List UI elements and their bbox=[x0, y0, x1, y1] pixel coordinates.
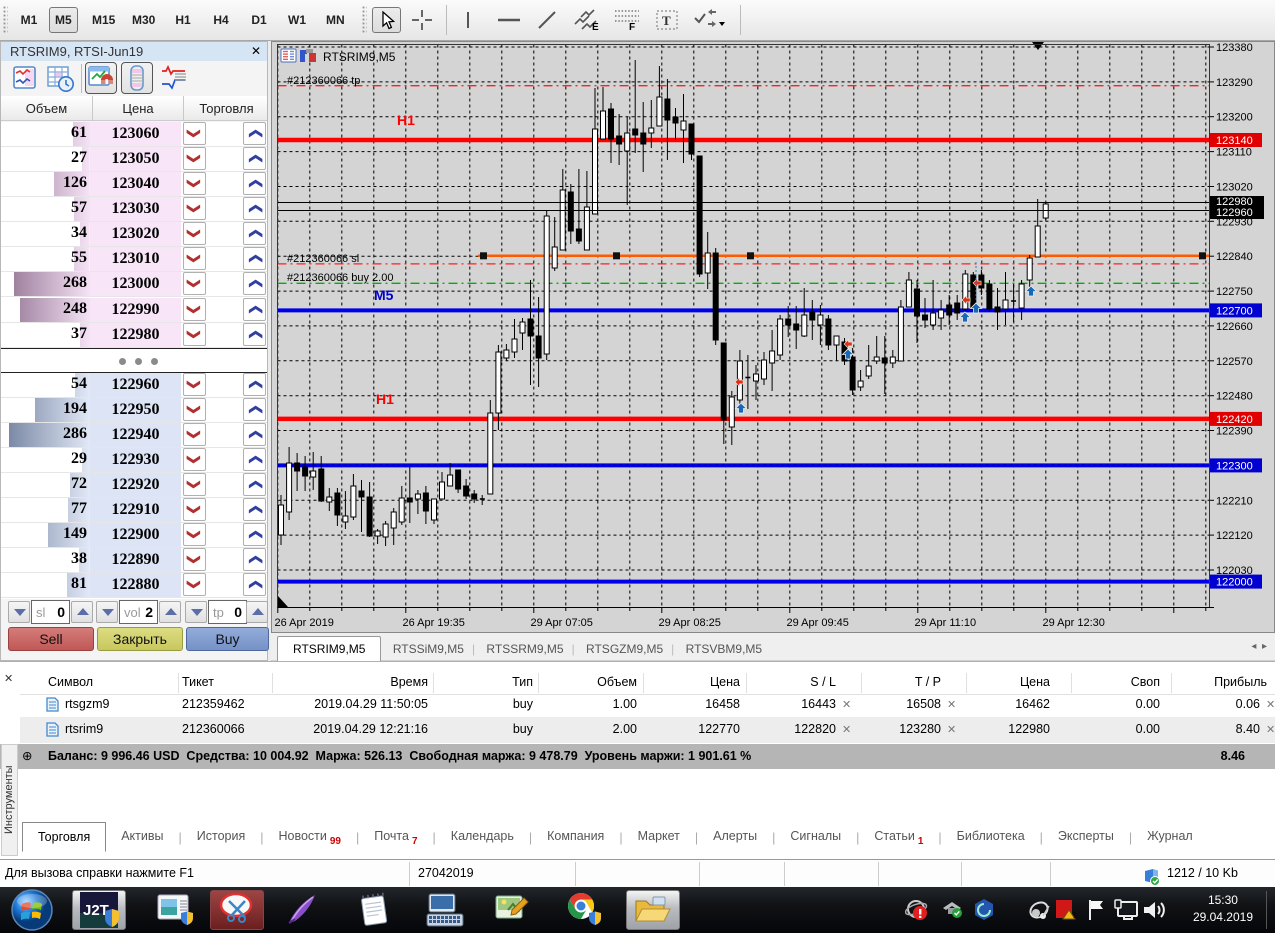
svg-text:122390: 122390 bbox=[1216, 426, 1253, 438]
svg-text:122000: 122000 bbox=[1216, 577, 1253, 589]
svg-text:M5: M5 bbox=[374, 287, 394, 303]
svg-text:#212360066 buy 2.00: #212360066 buy 2.00 bbox=[287, 272, 393, 284]
svg-text:122480: 122480 bbox=[1216, 391, 1253, 403]
svg-text:122210: 122210 bbox=[1216, 495, 1253, 507]
svg-text:RTSRIM9,M5: RTSRIM9,M5 bbox=[323, 50, 396, 64]
svg-text:123290: 123290 bbox=[1216, 77, 1253, 89]
svg-text:122300: 122300 bbox=[1216, 460, 1253, 472]
svg-text:123020: 123020 bbox=[1216, 182, 1253, 194]
svg-text:T: T bbox=[662, 13, 671, 28]
svg-text:H1: H1 bbox=[397, 112, 415, 128]
svg-text:123200: 123200 bbox=[1216, 112, 1253, 124]
svg-text:122120: 122120 bbox=[1216, 530, 1253, 542]
svg-text:29 Apr 08:25: 29 Apr 08:25 bbox=[659, 617, 721, 629]
svg-text:#212360066 sl: #212360066 sl bbox=[287, 253, 359, 265]
svg-text:29 Apr 07:05: 29 Apr 07:05 bbox=[531, 617, 593, 629]
svg-text:122700: 122700 bbox=[1216, 305, 1253, 317]
svg-text:F: F bbox=[629, 22, 635, 32]
svg-text:122960: 122960 bbox=[1216, 207, 1253, 219]
svg-text:29 Apr 09:45: 29 Apr 09:45 bbox=[787, 617, 849, 629]
svg-text:122660: 122660 bbox=[1216, 321, 1253, 333]
svg-text:29 Apr 12:30: 29 Apr 12:30 bbox=[1043, 617, 1105, 629]
svg-text:122570: 122570 bbox=[1216, 356, 1253, 368]
svg-text:#212360066 tp: #212360066 tp bbox=[287, 75, 360, 87]
svg-text:123110: 123110 bbox=[1216, 147, 1252, 159]
svg-text:!: ! bbox=[1073, 911, 1075, 920]
svg-text:123140: 123140 bbox=[1216, 135, 1253, 147]
svg-text:26 Apr 2019: 26 Apr 2019 bbox=[275, 617, 334, 629]
svg-text:26 Apr 19:35: 26 Apr 19:35 bbox=[403, 617, 465, 629]
svg-text:29 Apr 11:10: 29 Apr 11:10 bbox=[915, 617, 977, 629]
svg-text:E: E bbox=[592, 22, 599, 32]
svg-text:122420: 122420 bbox=[1216, 414, 1253, 426]
svg-text:123380: 123380 bbox=[1216, 42, 1253, 54]
svg-text:122750: 122750 bbox=[1216, 286, 1253, 298]
svg-text:122840: 122840 bbox=[1216, 251, 1253, 263]
svg-text:H1: H1 bbox=[376, 391, 394, 407]
svg-text:J2T: J2T bbox=[83, 902, 109, 919]
